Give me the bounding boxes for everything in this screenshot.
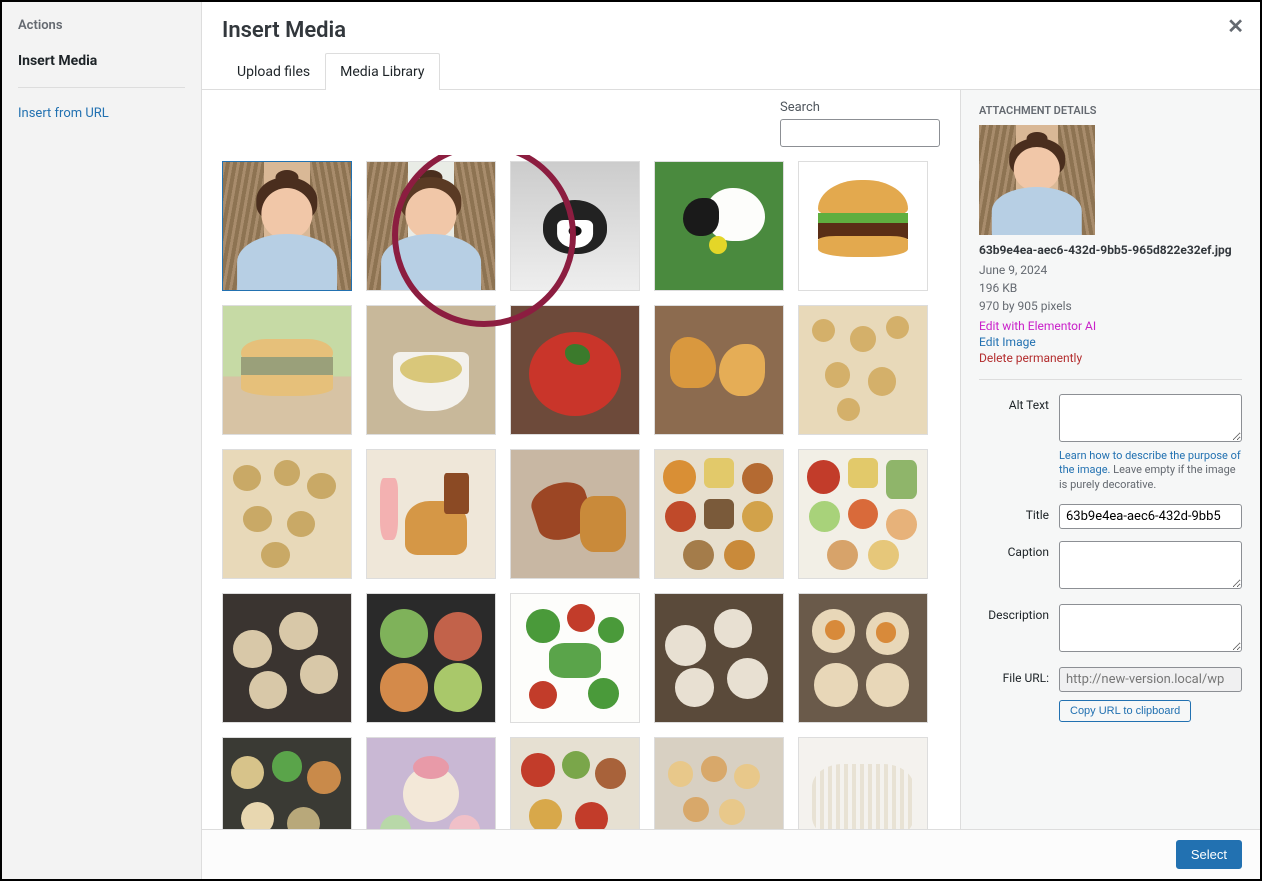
alt-text-label: Alt Text [979, 394, 1059, 412]
thumbnail-image [511, 738, 639, 829]
title-label: Title [979, 504, 1059, 522]
thumbnail-image [223, 162, 351, 290]
media-item[interactable] [222, 449, 352, 579]
tabs-row: Upload files Media Library [202, 53, 1260, 90]
thumbnail-image [799, 594, 927, 722]
caption-label: Caption [979, 541, 1059, 559]
main-panel: ✕ Insert Media Upload files Media Librar… [202, 2, 1260, 879]
thumbnail-image [799, 738, 927, 829]
media-item[interactable] [222, 305, 352, 435]
thumbnail-image [799, 450, 927, 578]
thumbnail-image [655, 450, 783, 578]
preview-thumbnail [979, 125, 1095, 235]
select-button[interactable]: Select [1176, 840, 1242, 869]
modal-footer: Select [202, 829, 1260, 879]
description-label: Description [979, 604, 1059, 622]
thumbnail-image [799, 162, 927, 290]
media-item[interactable] [366, 161, 496, 291]
media-item[interactable] [510, 449, 640, 579]
search-label: Search [780, 100, 940, 115]
media-item[interactable] [654, 449, 784, 579]
details-separator [979, 379, 1242, 380]
thumbnail-image [511, 162, 639, 290]
actions-sidebar: Actions Insert Media Insert from URL [2, 2, 202, 879]
media-item[interactable] [222, 737, 352, 829]
tab-upload-files[interactable]: Upload files [222, 53, 325, 90]
attachment-date: June 9, 2024 [979, 261, 1242, 279]
thumbnail-image [223, 738, 351, 829]
file-url-input[interactable] [1059, 667, 1242, 692]
modal-title: Insert Media [202, 2, 1260, 53]
media-item[interactable] [366, 449, 496, 579]
search-input[interactable] [780, 119, 940, 147]
thumbnail-image [223, 306, 351, 434]
media-library-panel: Search ✓ [202, 90, 960, 829]
sidebar-item-insert-from-url[interactable]: Insert from URL [2, 96, 201, 131]
attachment-filename: 63b9e4ea-aec6-432d-9bb5-965d822e32ef.jpg [979, 243, 1242, 257]
media-item[interactable] [798, 161, 928, 291]
thumbnail-image [511, 450, 639, 578]
thumbnail-image [367, 162, 495, 290]
thumbnail-image [655, 738, 783, 829]
thumbnail-image [223, 594, 351, 722]
thumbnail-image [655, 306, 783, 434]
media-item[interactable] [654, 161, 784, 291]
sidebar-item-insert-media[interactable]: Insert Media [2, 43, 201, 79]
media-item[interactable] [366, 593, 496, 723]
attachment-details-panel: ATTACHMENT DETAILS 63b9e4ea-aec6-432d-9b… [960, 90, 1260, 829]
media-item[interactable] [510, 737, 640, 829]
edit-image-link[interactable]: Edit Image [979, 335, 1242, 349]
media-item[interactable] [222, 593, 352, 723]
media-item[interactable] [654, 305, 784, 435]
media-item[interactable] [798, 593, 928, 723]
thumbnail-image [223, 450, 351, 578]
title-input[interactable] [1059, 504, 1242, 529]
media-item[interactable] [366, 305, 496, 435]
delete-permanently-link[interactable]: Delete permanently [979, 351, 1242, 365]
media-item[interactable] [510, 161, 640, 291]
alt-text-help: Learn how to describe the purpose of the… [1059, 449, 1242, 492]
edit-with-ai-link[interactable]: Edit with Elementor AI [979, 319, 1242, 333]
media-item[interactable] [366, 737, 496, 829]
media-item[interactable] [654, 593, 784, 723]
tab-media-library[interactable]: Media Library [325, 53, 439, 90]
alt-text-input[interactable] [1059, 394, 1242, 442]
media-item[interactable] [510, 305, 640, 435]
sidebar-heading: Actions [2, 18, 201, 43]
thumbnail-image [511, 594, 639, 722]
thumbnail-image [367, 594, 495, 722]
thumbnail-image [655, 594, 783, 722]
close-icon[interactable]: ✕ [1227, 14, 1244, 38]
copy-url-button[interactable]: Copy URL to clipboard [1059, 700, 1191, 722]
description-input[interactable] [1059, 604, 1242, 652]
media-item[interactable] [798, 449, 928, 579]
thumbnail-image [367, 738, 495, 829]
caption-input[interactable] [1059, 541, 1242, 589]
file-url-label: File URL: [979, 667, 1059, 685]
details-heading: ATTACHMENT DETAILS [979, 104, 1242, 117]
media-item[interactable] [798, 737, 928, 829]
thumbnail-image [655, 162, 783, 290]
thumbnail-image [799, 306, 927, 434]
media-grid: ✓ [222, 161, 952, 829]
media-item-selected[interactable]: ✓ [222, 161, 352, 291]
media-item[interactable] [654, 737, 784, 829]
attachment-size: 196 KB [979, 279, 1242, 297]
media-item[interactable] [798, 305, 928, 435]
attachment-dimensions: 970 by 905 pixels [979, 297, 1242, 315]
thumbnail-image [511, 306, 639, 434]
thumbnail-image [367, 450, 495, 578]
media-item[interactable] [510, 593, 640, 723]
thumbnail-image [367, 306, 495, 434]
sidebar-separator [18, 87, 185, 88]
